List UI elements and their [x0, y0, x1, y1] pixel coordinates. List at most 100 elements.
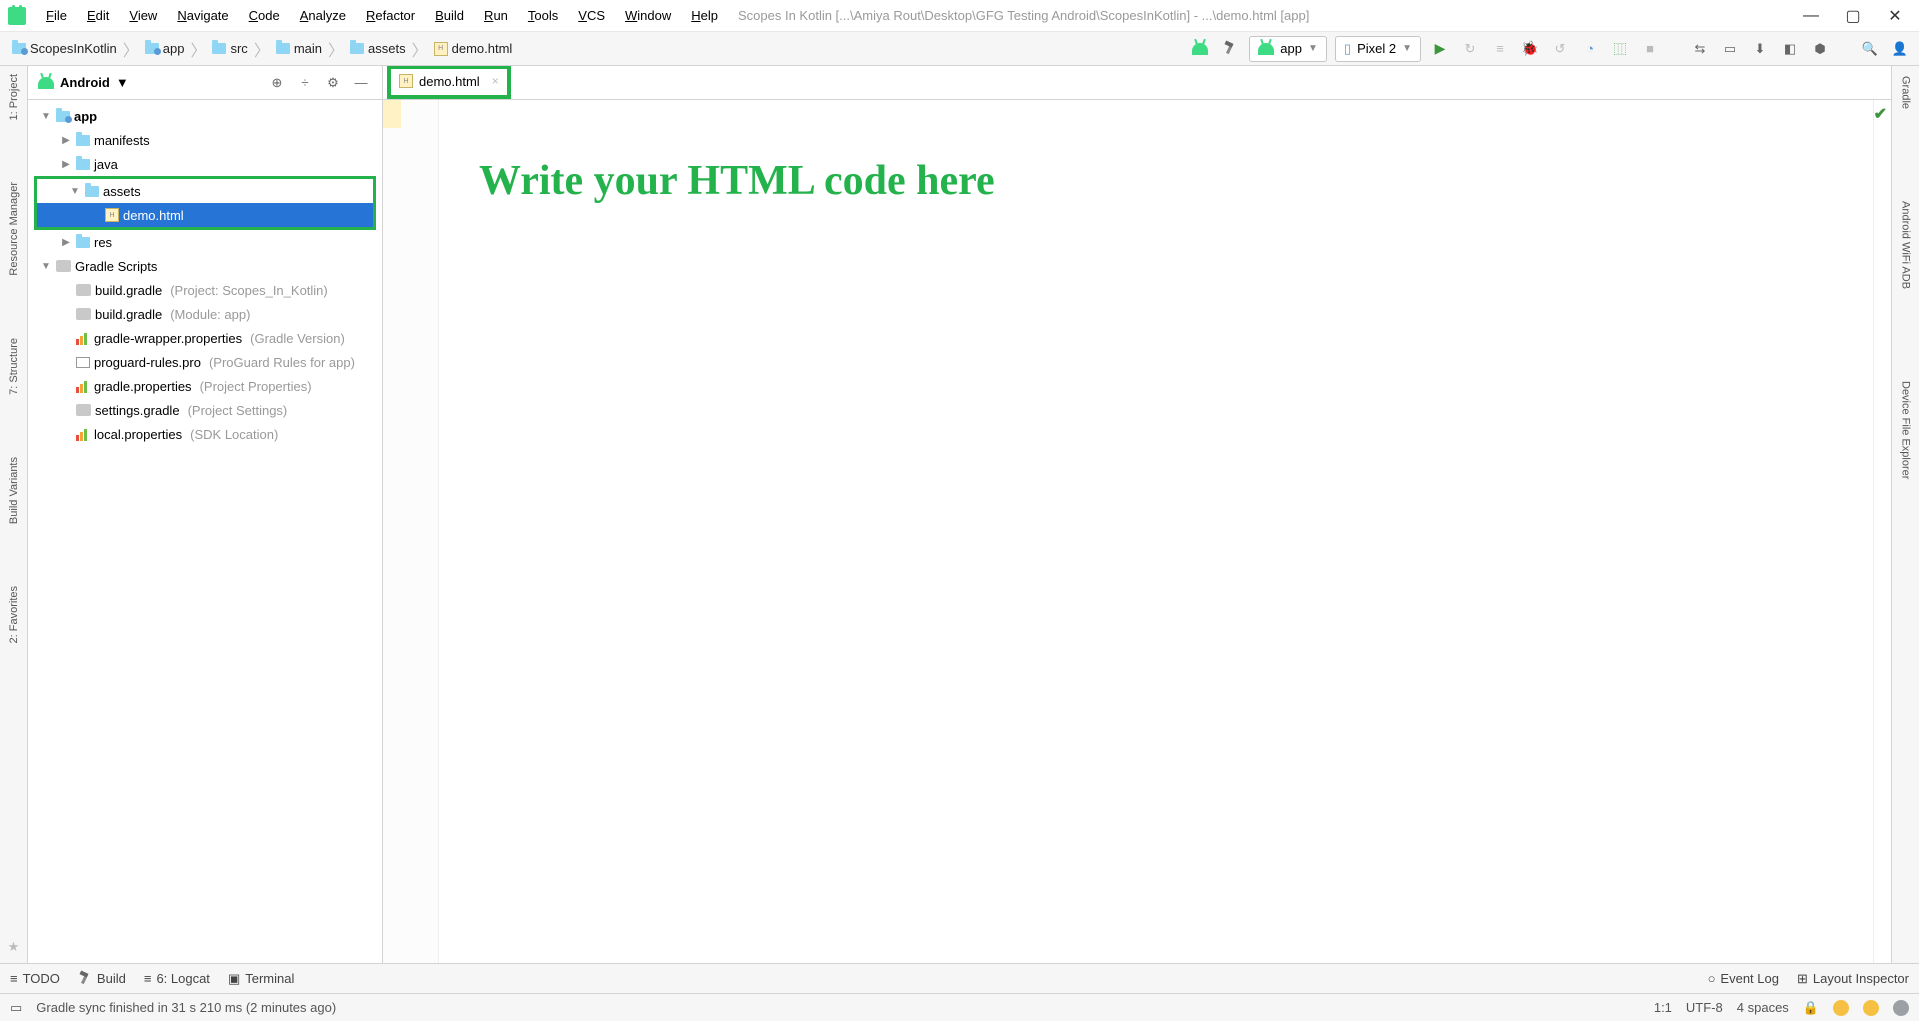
- menu-edit[interactable]: Edit: [79, 5, 117, 26]
- tree-item-demo-html[interactable]: Hdemo.html: [37, 203, 373, 227]
- right-tool-android-wifi-adb[interactable]: Android WiFi ADB: [1900, 197, 1912, 293]
- editor-body[interactable]: ✔ Write your HTML code here: [383, 100, 1891, 963]
- hide-panel-button[interactable]: —: [350, 72, 372, 94]
- build-hammer-icon[interactable]: [1219, 38, 1241, 60]
- tree-item-gradle-scripts[interactable]: ▼Gradle Scripts: [28, 254, 382, 278]
- close-button[interactable]: ✕: [1885, 6, 1905, 26]
- left-tool-resource-manager[interactable]: Resource Manager: [8, 178, 20, 280]
- menu-refactor[interactable]: Refactor: [358, 5, 423, 26]
- breadcrumb-main[interactable]: main: [272, 39, 326, 58]
- cursor-position[interactable]: 1:1: [1654, 1000, 1672, 1015]
- editor-tab-demo[interactable]: H demo.html ×: [391, 69, 507, 95]
- settings-gear-icon[interactable]: ⚙: [322, 72, 344, 94]
- expand-arrow-icon[interactable]: ▶: [60, 237, 72, 248]
- menu-file[interactable]: File: [38, 5, 75, 26]
- right-tool-device-file-explorer[interactable]: Device File Explorer: [1900, 377, 1912, 483]
- file-encoding[interactable]: UTF-8: [1686, 1000, 1723, 1015]
- tree-item-proguard-rules-pro[interactable]: proguard-rules.pro(ProGuard Rules for ap…: [28, 350, 382, 374]
- expand-arrow-icon[interactable]: ▶: [60, 135, 72, 146]
- run-button[interactable]: ▶: [1429, 38, 1451, 60]
- breadcrumb-demo-html[interactable]: Hdemo.html: [430, 39, 517, 58]
- sdk-manager-button[interactable]: ⬇: [1749, 38, 1771, 60]
- tree-item-gradle-wrapper-properties[interactable]: gradle-wrapper.properties(Gradle Version…: [28, 326, 382, 350]
- apply-changes-button[interactable]: ↻: [1459, 38, 1481, 60]
- tree-item-app[interactable]: ▼app: [28, 104, 382, 128]
- attach-debugger-button[interactable]: ⿲: [1609, 38, 1631, 60]
- profiler-button[interactable]: ◔: [1579, 38, 1601, 60]
- left-tool-build-variants[interactable]: Build Variants: [8, 453, 20, 528]
- breadcrumb-app[interactable]: app: [141, 39, 189, 58]
- expand-arrow-icon[interactable]: ▶: [60, 159, 72, 170]
- avd-manager-button[interactable]: ▭: [1719, 38, 1741, 60]
- project-view-selector[interactable]: Android ▼: [38, 75, 129, 90]
- bottom-tool-layout-inspector[interactable]: ⊞Layout Inspector: [1797, 971, 1909, 987]
- breadcrumb-assets[interactable]: assets: [346, 39, 410, 58]
- device-dropdown[interactable]: ▯ Pixel 2 ▼: [1335, 36, 1421, 62]
- tree-item-java[interactable]: ▶java: [28, 152, 382, 176]
- target-icon[interactable]: ⊕: [266, 72, 288, 94]
- menu-tools[interactable]: Tools: [520, 5, 566, 26]
- menu-vcs[interactable]: VCS: [570, 5, 613, 26]
- menu-help[interactable]: Help: [683, 5, 726, 26]
- window-controls: — ▢ ✕: [1801, 6, 1911, 26]
- happy-face-icon[interactable]: [1833, 1000, 1849, 1016]
- menu-code[interactable]: Code: [241, 5, 288, 26]
- menu-view[interactable]: View: [121, 5, 165, 26]
- collapse-icon[interactable]: ÷: [294, 72, 316, 94]
- coverage-button[interactable]: ↺: [1549, 38, 1571, 60]
- line-number-gutter[interactable]: [383, 100, 439, 963]
- troubleshoot-button[interactable]: ⬢: [1809, 38, 1831, 60]
- tree-item-build-gradle[interactable]: build.gradle(Project: Scopes_In_Kotlin): [28, 278, 382, 302]
- tree-item-settings-gradle[interactable]: settings.gradle(Project Settings): [28, 398, 382, 422]
- editor-error-stripe[interactable]: [1873, 100, 1891, 963]
- sad-face-icon[interactable]: [1863, 1000, 1879, 1016]
- expand-arrow-icon[interactable]: ▼: [40, 261, 52, 272]
- tab-label: demo.html: [419, 74, 480, 89]
- menu-build[interactable]: Build: [427, 5, 472, 26]
- tree-item-local-properties[interactable]: local.properties(SDK Location): [28, 422, 382, 446]
- stop-button[interactable]: ■: [1639, 38, 1661, 60]
- right-tool-gradle[interactable]: Gradle: [1900, 72, 1912, 113]
- wifi-adb-icon[interactable]: [1189, 38, 1211, 60]
- bottom-tool-build[interactable]: Build: [78, 971, 126, 987]
- maximize-button[interactable]: ▢: [1843, 6, 1863, 26]
- inspection-ok-icon[interactable]: ✔: [1874, 104, 1887, 124]
- apply-code-button[interactable]: ≡: [1489, 38, 1511, 60]
- bottom-tool-terminal[interactable]: ▣Terminal: [228, 971, 294, 987]
- highlighted-tab-box: H demo.html ×: [387, 66, 511, 99]
- indent-setting[interactable]: 4 spaces: [1737, 1000, 1789, 1015]
- close-tab-icon[interactable]: ×: [492, 74, 499, 88]
- tree-item-res[interactable]: ▶res: [28, 230, 382, 254]
- expand-arrow-icon[interactable]: ▼: [69, 186, 81, 197]
- bottom-tool-event-log[interactable]: ○Event Log: [1708, 971, 1779, 987]
- menu-run[interactable]: Run: [476, 5, 516, 26]
- bottom-tool-todo[interactable]: ≡TODO: [10, 971, 60, 987]
- tree-item-build-gradle[interactable]: build.gradle(Module: app): [28, 302, 382, 326]
- breadcrumb-scopesinkotlin[interactable]: ScopesInKotlin: [8, 39, 121, 58]
- hat-face-icon[interactable]: [1893, 1000, 1909, 1016]
- status-icon[interactable]: ▭: [10, 1000, 22, 1016]
- tree-item-gradle-properties[interactable]: gradle.properties(Project Properties): [28, 374, 382, 398]
- resource-manager-button[interactable]: ◧: [1779, 38, 1801, 60]
- expand-arrow-icon[interactable]: ▼: [40, 111, 52, 122]
- minimize-button[interactable]: —: [1801, 6, 1821, 26]
- account-icon[interactable]: 👤: [1889, 38, 1911, 60]
- run-config-dropdown[interactable]: app ▼: [1249, 36, 1327, 62]
- menu-window[interactable]: Window: [617, 5, 679, 26]
- menu-navigate[interactable]: Navigate: [169, 5, 236, 26]
- menu-analyze[interactable]: Analyze: [292, 5, 354, 26]
- tree-item-manifests[interactable]: ▶manifests: [28, 128, 382, 152]
- left-tool-7-structure[interactable]: 7: Structure: [8, 334, 20, 399]
- tree-item-assets[interactable]: ▼assets: [37, 179, 373, 203]
- breadcrumb-src[interactable]: src: [208, 39, 251, 58]
- module-folder-icon: [12, 43, 26, 54]
- left-tool-2-favorites[interactable]: 2: Favorites: [8, 582, 20, 647]
- star-icon[interactable]: ★: [8, 939, 20, 955]
- left-tool-1-project[interactable]: 1: Project: [8, 70, 20, 124]
- bottom-tool-6-logcat[interactable]: ≡6: Logcat: [144, 971, 210, 987]
- project-tree[interactable]: ▼app▶manifests▶java ▼assetsHdemo.html ▶res…: [28, 100, 382, 963]
- debug-button[interactable]: 🐞: [1519, 38, 1541, 60]
- readonly-lock-icon[interactable]: 🔒: [1803, 1000, 1819, 1016]
- search-everywhere-button[interactable]: 🔍: [1859, 38, 1881, 60]
- sync-gradle-button[interactable]: ⇆: [1689, 38, 1711, 60]
